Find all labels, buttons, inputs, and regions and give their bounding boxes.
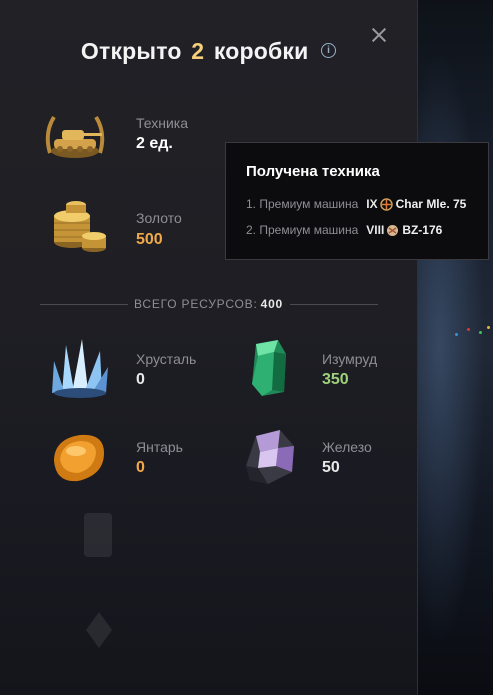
resource-value: 0 — [136, 459, 145, 476]
box-rewards-panel: Открыто 2 коробки i Техника 2 ед. Золото… — [0, 0, 418, 695]
title-suffix: коробки — [213, 38, 309, 64]
resource-label: Изумруд — [322, 351, 378, 367]
bg-light-dot — [487, 326, 490, 329]
tooltip-item-type: Премиум машина — [259, 223, 359, 237]
info-icon[interactable]: i — [321, 43, 337, 59]
vehicles-label: Техника — [136, 115, 189, 131]
tooltip-item: 1. Премиум машина IX Char Mle. 75 — [246, 197, 466, 211]
tooltip-item-index: 2. — [246, 223, 257, 237]
resource-label: Железо — [322, 439, 372, 455]
received-vehicles-tooltip: Получена техника 1. Премиум машина IX Ch… — [225, 142, 489, 260]
resource-label: Хрусталь — [136, 351, 197, 367]
resources-total: ВСЕГО РЕСУРСОВ: 400 — [0, 297, 417, 311]
amber-icon — [54, 434, 104, 482]
ussr-flag-icon — [387, 224, 399, 236]
background-scene — [417, 0, 493, 695]
tooltip-item: 2. Премиум машина VIII BZ-176 — [246, 223, 442, 237]
resources-total-label: ВСЕГО РЕСУРСОВ: — [133, 297, 258, 311]
tooltip-item-type: Премиум машина — [259, 197, 359, 211]
page-title: Открыто 2 коробки i — [0, 38, 417, 65]
resources-total-value: 400 — [260, 297, 284, 311]
bg-light-dot — [479, 331, 482, 334]
france-flag-icon — [379, 197, 393, 211]
vehicles-value: 2 ед. — [136, 135, 173, 152]
background-ghost-shape — [84, 513, 112, 557]
tooltip-item-index: 1. — [246, 197, 257, 211]
title-prefix: Открыто — [80, 38, 182, 64]
crystal-icon — [52, 339, 108, 398]
gold-label: Золото — [136, 210, 182, 226]
tooltip-item-name: Char Mle. 75 — [395, 197, 467, 211]
tooltip-title: Получена техника — [246, 163, 380, 180]
bg-light-dot — [467, 328, 470, 331]
resource-value: 350 — [322, 371, 349, 388]
title-count: 2 — [191, 38, 205, 64]
bg-light-dot — [455, 333, 458, 336]
background-ghost-shape — [86, 612, 112, 648]
resource-value: 50 — [322, 459, 340, 476]
resource-label: Янтарь — [136, 439, 183, 455]
tooltip-item-tier: VIII — [366, 223, 385, 237]
gold-coins-icon — [54, 201, 106, 252]
tank-emblem-icon — [45, 115, 105, 158]
resource-value: 0 — [136, 371, 145, 388]
gold-value: 500 — [136, 231, 163, 248]
emerald-icon — [252, 340, 286, 396]
iron-ore-icon — [246, 430, 294, 484]
tooltip-item-tier: IX — [366, 197, 378, 211]
tooltip-item-name: BZ-176 — [402, 223, 443, 237]
